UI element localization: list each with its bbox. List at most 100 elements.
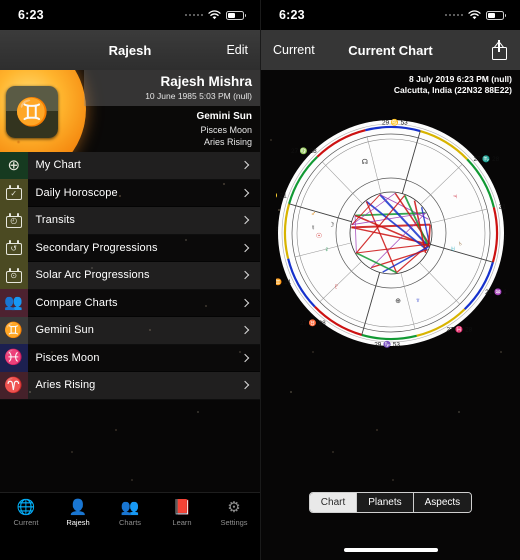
battery-icon: [226, 10, 246, 20]
svg-text:♇: ♇: [333, 281, 338, 290]
profile-menu-list: ⊕ My Chart ✓ Daily Horoscope ◴ Transits ↺ Secon…: [0, 151, 260, 400]
menu-item-secondary-progressions[interactable]: ↺ Secondary Progressions: [0, 234, 260, 262]
status-bar-time: 6:23: [18, 8, 44, 22]
svg-text:♄: ♄: [457, 238, 462, 247]
svg-text:♅: ♅: [450, 244, 455, 253]
svg-text:21 ♒ 21: 21 ♒ 21: [485, 288, 506, 296]
menu-item-aries-rising[interactable]: ♈ Aries Rising: [0, 371, 260, 400]
svg-text:27 ♓ 28: 27 ♓ 28: [446, 326, 472, 334]
profile-name-block: Rajesh Mishra 10 June 1985 5:03 PM (null…: [84, 70, 260, 106]
svg-text:♀: ♀: [324, 245, 329, 254]
menu-item-label: My Chart: [35, 159, 81, 172]
wheel-svg: 16 ♎ 3416 ♈ 3429 ♋ 5329 ♑ 5327 ♏ 2821 ♐ …: [276, 118, 506, 348]
status-bar-indicators-right: [444, 10, 506, 20]
home-indicator-right: [343, 548, 438, 552]
page-title: Rajesh: [108, 42, 152, 58]
svg-text:☽: ☽: [328, 220, 334, 229]
profile-birth-data: 10 June 1985 5:03 PM (null): [145, 90, 252, 101]
svg-text:♂: ♂: [310, 209, 315, 218]
tab-label: Charts: [118, 518, 142, 527]
svg-text:☉: ☉: [315, 231, 321, 240]
tab-label: Settings: [220, 518, 248, 527]
calendar-check-icon: ✓: [0, 179, 28, 207]
gear-icon: ⚙: [227, 499, 241, 516]
menu-item-transits[interactable]: ◴ Transits: [0, 206, 260, 235]
menu-item-label: Daily Horoscope: [35, 186, 118, 199]
book-icon: 📕: [172, 499, 192, 516]
menu-item-label: Transits: [35, 214, 76, 227]
menu-item-gemini-sun[interactable]: ♊ Gemini Sun: [0, 316, 260, 345]
svg-text:27 ♍ 28: 27 ♍ 28: [290, 147, 316, 155]
chevron-right-icon: [240, 298, 250, 307]
menu-item-pisces-moon[interactable]: ♓ Pisces Moon: [0, 344, 260, 372]
tab-rajesh[interactable]: 👤 Rajesh: [52, 500, 104, 527]
chevron-right-icon: [240, 216, 250, 225]
chevron-right-icon: [240, 326, 250, 335]
aries-icon: ♈: [0, 371, 28, 399]
wifi-icon: [208, 10, 221, 20]
status-bar-right: 6:23: [261, 0, 520, 30]
svg-text:☊: ☊: [361, 157, 367, 166]
chart-location: Calcutta, India (22N32 88E22): [393, 85, 512, 96]
profile-big-three: Gemini Sun Pisces Moon Aries Rising: [196, 110, 252, 148]
back-button[interactable]: Current: [273, 43, 325, 57]
chart-metadata: 8 July 2019 6:23 PM (null) Calcutta, Ind…: [261, 70, 520, 97]
svg-text:♆: ♆: [415, 295, 420, 304]
svg-text:29 ♑ 53: 29 ♑ 53: [374, 340, 400, 348]
left-nav-bar: Rajesh Edit: [0, 30, 260, 70]
natal-chart-wheel[interactable]: 16 ♎ 3416 ♈ 3429 ♋ 5329 ♑ 5327 ♏ 2821 ♐ …: [261, 118, 520, 348]
edit-button[interactable]: Edit: [196, 43, 248, 57]
rising-sign: Aries Rising: [203, 136, 252, 147]
svg-text:⊕: ⊕: [395, 296, 401, 305]
globe-icon: 🌐: [16, 499, 36, 516]
screenshot-pair: 6:23 Rajesh Edit ♊ Rajesh Mishra 10 June: [0, 0, 520, 560]
svg-text:29 ♋ 53: 29 ♋ 53: [382, 118, 408, 126]
svg-text:♃: ♃: [452, 192, 457, 201]
status-bar: 6:23: [0, 0, 260, 30]
moon-sign: Pisces Moon: [200, 124, 252, 135]
tab-bar: 🌐 Current 👤 Rajesh 👥 Charts 📕 Learn ⚙ Settings: [0, 492, 260, 560]
menu-item-label: Solar Arc Progressions: [35, 269, 150, 282]
signal-dots-icon: [184, 13, 203, 17]
menu-item-label: Aries Rising: [35, 379, 96, 392]
tab-settings[interactable]: ⚙ Settings: [208, 500, 260, 527]
menu-item-label: Gemini Sun: [35, 324, 94, 337]
tab-label: Current: [13, 518, 39, 527]
chevron-right-icon: [240, 353, 250, 362]
profile-screen: 6:23 Rajesh Edit ♊ Rajesh Mishra 10 June: [0, 0, 260, 560]
chart-title: Current Chart: [348, 42, 433, 58]
menu-item-my-chart[interactable]: ⊕ My Chart: [0, 151, 260, 180]
share-icon: [491, 40, 508, 60]
signal-dots-icon-right: [444, 13, 463, 17]
svg-text:21 ♐ 21: 21 ♐ 21: [498, 203, 505, 211]
svg-text:21 ♌ 21: 21 ♌ 21: [276, 191, 287, 199]
chevron-right-icon: [240, 161, 250, 170]
battery-icon-right: [486, 10, 506, 20]
svg-text:☿: ☿: [310, 223, 315, 232]
tab-current[interactable]: 🌐 Current: [0, 500, 52, 527]
chevron-right-icon: [240, 243, 250, 252]
person-icon: 👤: [68, 499, 88, 516]
chart-view-selector: Chart Planets Aspects: [261, 492, 520, 513]
gemini-icon: ♊: [0, 316, 28, 344]
segment-planets[interactable]: Planets: [357, 493, 414, 512]
menu-item-label: Compare Charts: [35, 296, 118, 309]
chevron-right-icon: [240, 381, 250, 390]
tab-label: Rajesh: [66, 518, 90, 527]
svg-text:21 ♊ 21: 21 ♊ 21: [276, 278, 292, 286]
menu-item-compare-charts[interactable]: 👥 Compare Charts: [0, 289, 260, 317]
segment-chart[interactable]: Chart: [309, 493, 358, 512]
profile-name: Rajesh Mishra: [160, 74, 252, 90]
chevron-right-icon: [240, 188, 250, 197]
share-button[interactable]: [456, 40, 508, 60]
segment-aspects[interactable]: Aspects: [413, 493, 472, 512]
profile-header-card[interactable]: ♊ Rajesh Mishra 10 June 1985 5:03 PM (nu…: [0, 70, 260, 152]
tab-label: Learn: [172, 518, 192, 527]
tab-charts[interactable]: 👥 Charts: [104, 500, 156, 527]
group-icon: 👥: [120, 499, 140, 516]
menu-item-solar-arc-progressions[interactable]: ⊙ Solar Arc Progressions: [0, 261, 260, 290]
calendar-refresh-icon: ↺: [0, 234, 28, 262]
status-bar-indicators: [184, 10, 246, 20]
menu-item-daily-horoscope[interactable]: ✓ Daily Horoscope: [0, 179, 260, 207]
tab-learn[interactable]: 📕 Learn: [156, 500, 208, 527]
